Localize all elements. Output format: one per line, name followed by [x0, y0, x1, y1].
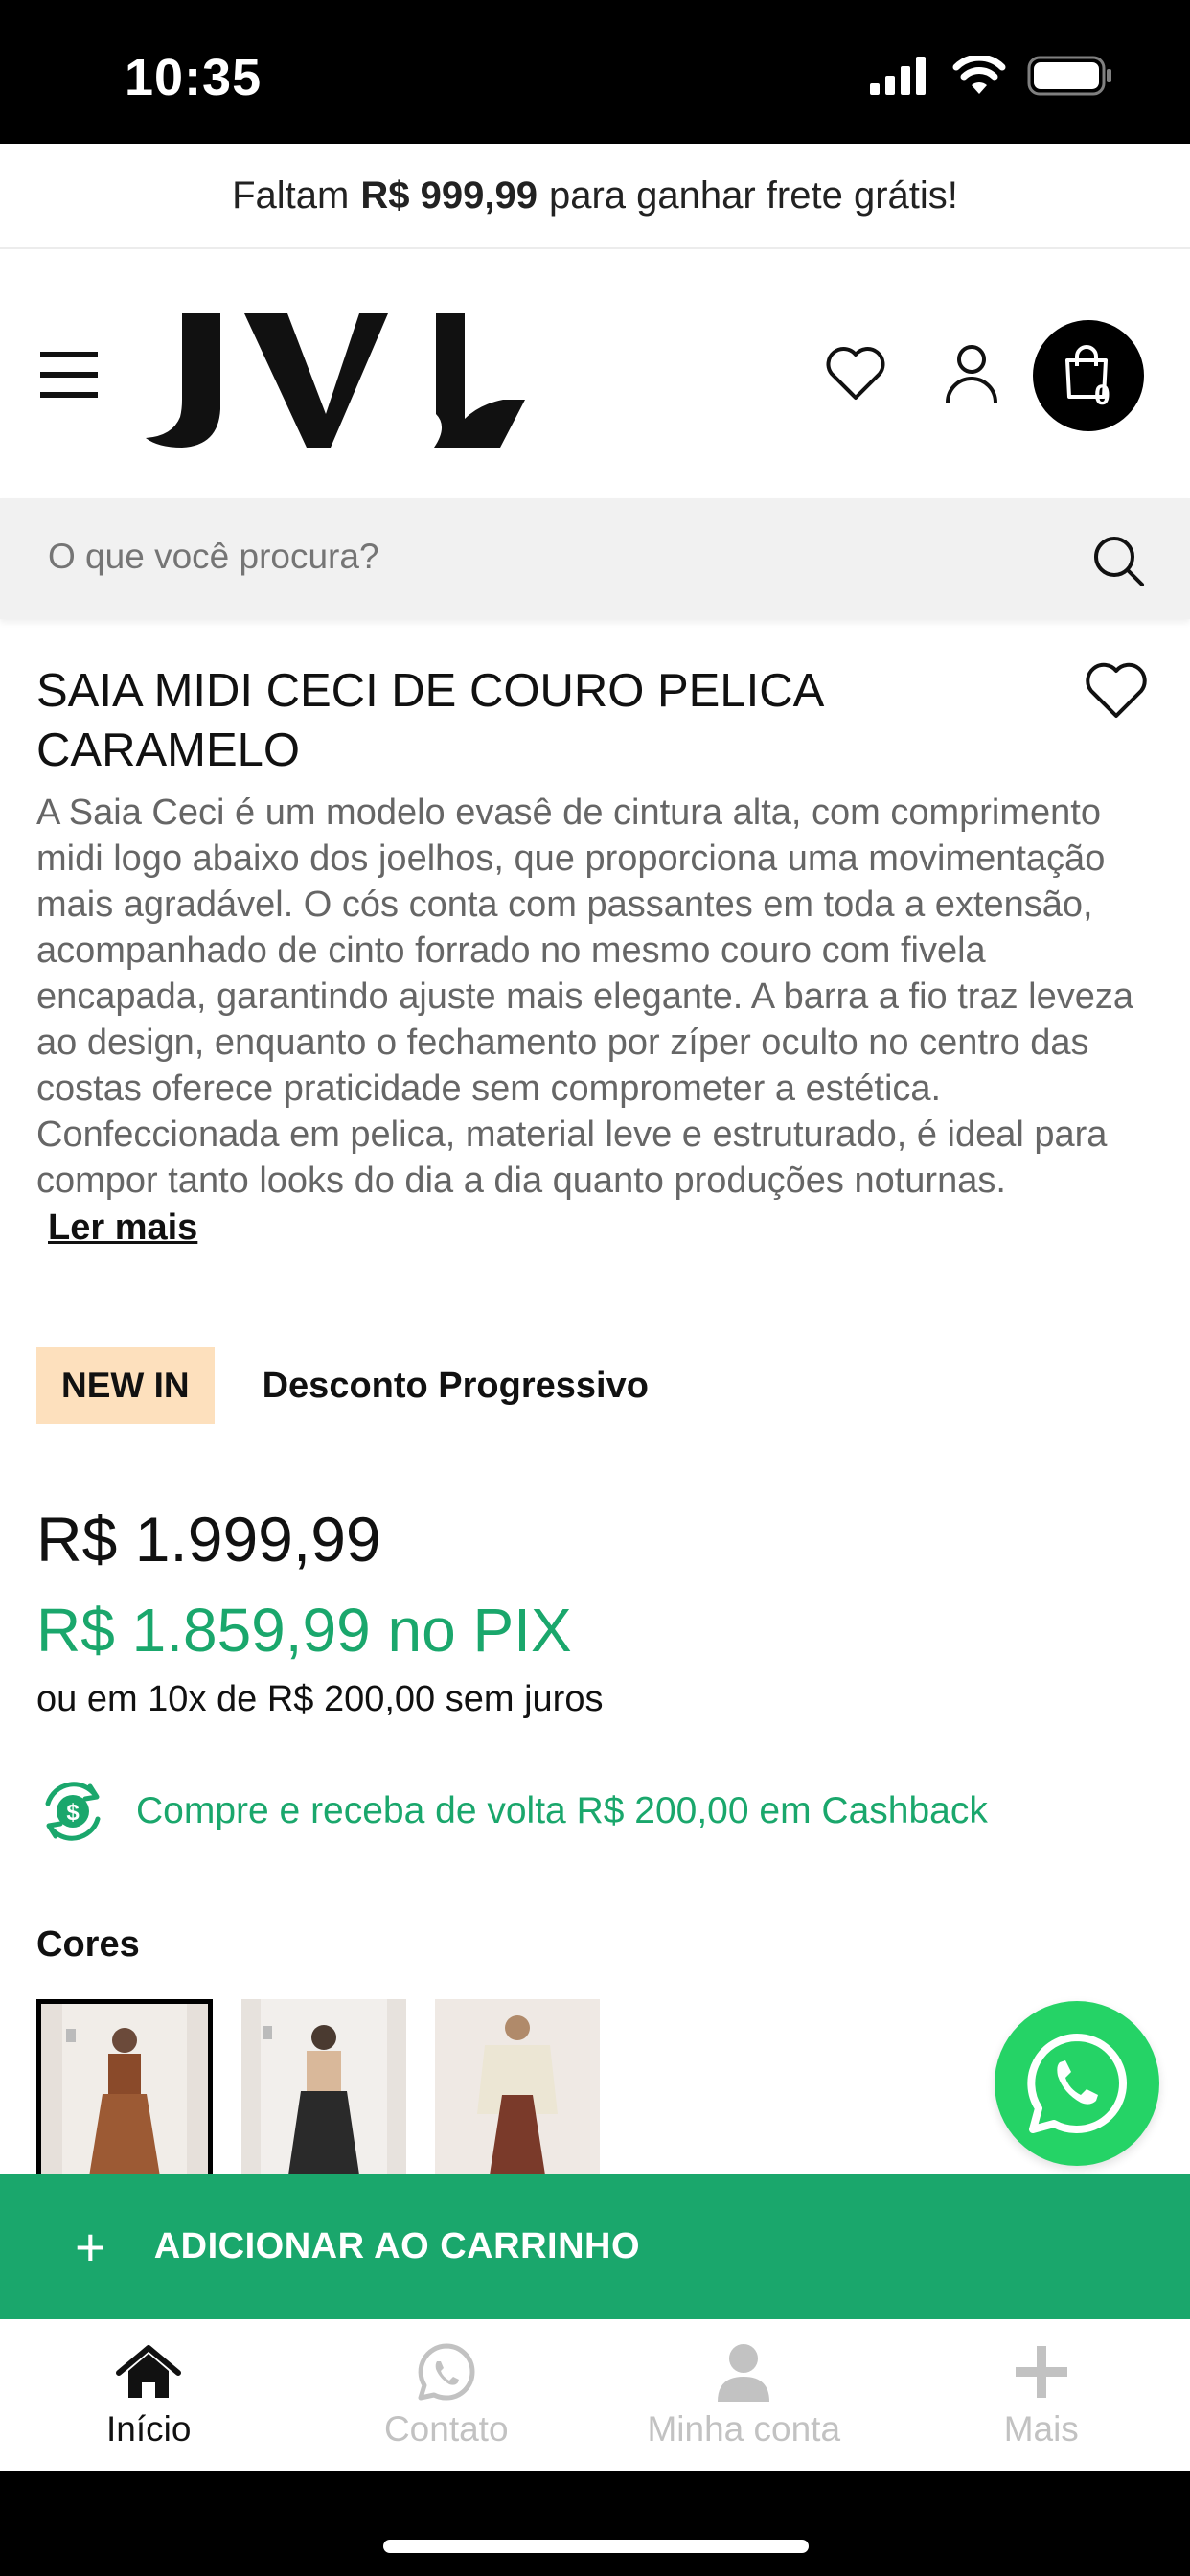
- signal-icon: [870, 57, 926, 95]
- add-to-cart-label: ADICIONAR AO CARRINHO: [153, 2225, 641, 2266]
- search-bar: [0, 498, 1190, 619]
- color-swatch-brown[interactable]: [435, 1999, 600, 2181]
- product-tags: NEW IN Desconto Progressivo: [36, 1347, 649, 1424]
- wishlist-heart-icon[interactable]: [824, 345, 887, 402]
- home-indicator-area: [0, 2471, 1190, 2576]
- product-info: SAIA MIDI CECI DE COURO PELICA CARAMELO …: [36, 661, 1157, 1249]
- home-indicator[interactable]: [383, 2540, 809, 2553]
- new-in-badge: NEW IN: [36, 1347, 215, 1424]
- tab-home-label: Início: [106, 2409, 192, 2449]
- tab-contact[interactable]: Contato: [298, 2319, 596, 2471]
- status-icons: [870, 56, 1113, 96]
- search-icon[interactable]: [1090, 533, 1146, 588]
- progressive-discount-label: Desconto Progressivo: [262, 1365, 649, 1406]
- hamburger-menu-icon[interactable]: [40, 350, 100, 400]
- tab-account[interactable]: Minha conta: [595, 2319, 893, 2471]
- home-icon: [116, 2345, 182, 2398]
- cart-count-badge: 0: [1094, 380, 1110, 411]
- status-time: 10:35: [125, 49, 263, 106]
- color-swatch-black[interactable]: [241, 1999, 406, 2181]
- tab-more[interactable]: Mais: [893, 2319, 1190, 2471]
- promo-prefix: Faltam: [232, 173, 350, 217]
- wifi-icon: [952, 56, 1006, 94]
- pix-price: R$ 1.859,99 no PIX: [36, 1596, 572, 1665]
- cart-button[interactable]: 0: [1033, 320, 1144, 431]
- account-user-icon[interactable]: [944, 343, 999, 404]
- swatch-image-black: [241, 1999, 406, 2181]
- tab-contact-label: Contato: [383, 2409, 509, 2449]
- brand-logo[interactable]: [144, 304, 527, 457]
- battery-icon: [1027, 56, 1111, 96]
- whatsapp-chat-button[interactable]: [995, 2001, 1159, 2166]
- tab-home[interactable]: Início: [0, 2319, 298, 2471]
- product-price: R$ 1.999,99: [36, 1504, 381, 1575]
- plus-icon: +: [75, 2216, 106, 2277]
- status-bar: 10:35: [0, 0, 1190, 144]
- promo-amount: R$ 999,99: [360, 173, 538, 217]
- favorite-heart-icon[interactable]: [1084, 661, 1149, 721]
- cashback-info: $ Compre e receba de volta R$ 200,00 em …: [36, 1775, 988, 1848]
- colors-label: Cores: [36, 1924, 140, 1965]
- bottom-tab-bar: Início Contato Minha conta Mais: [0, 2319, 1190, 2471]
- search-input[interactable]: [48, 537, 1006, 577]
- read-more-link[interactable]: Ler mais: [48, 1208, 197, 1249]
- color-swatches: [36, 1999, 600, 2181]
- product-title: SAIA MIDI CECI DE COURO PELICA CARAMELO: [36, 665, 822, 776]
- cashback-icon: $: [45, 1782, 101, 1841]
- user-icon: [718, 2344, 770, 2402]
- product-description: A Saia Ceci é um modelo evasê de cintura…: [36, 793, 1133, 1201]
- plus-icon: [1015, 2346, 1067, 2398]
- cashback-text: Compre e receba de volta R$ 200,00 em Ca…: [136, 1790, 988, 1831]
- promo-suffix: para ganhar frete grátis!: [548, 173, 958, 217]
- swatch-image-brown: [435, 1999, 600, 2181]
- whatsapp-icon: [1027, 2034, 1127, 2133]
- add-to-cart-button[interactable]: + ADICIONAR AO CARRINHO: [0, 2174, 1190, 2319]
- svg-text:$: $: [66, 1800, 80, 1826]
- tab-account-label: Minha conta: [647, 2409, 841, 2449]
- swatch-image-caramel: [41, 2004, 208, 2176]
- whatsapp-icon: [418, 2343, 475, 2401]
- free-shipping-banner: Faltam R$ 999,99 para ganhar frete gráti…: [0, 144, 1190, 249]
- tab-more-label: Mais: [1003, 2409, 1079, 2449]
- site-header: 0: [0, 251, 1190, 498]
- installments-info: ou em 10x de R$ 200,00 sem juros: [36, 1679, 604, 1719]
- color-swatch-caramel[interactable]: [36, 1999, 213, 2181]
